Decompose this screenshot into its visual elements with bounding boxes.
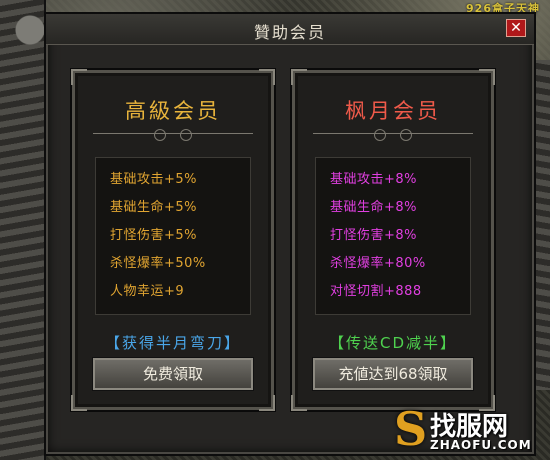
corner-ornament: [479, 69, 495, 85]
title-divider: [93, 129, 253, 144]
stat-line: 基础攻击+5%: [110, 172, 198, 187]
reward-text: 【传送CD减半】: [328, 334, 458, 352]
title-divider: [313, 129, 473, 144]
stat-line: 基础生命+5%: [110, 200, 198, 215]
stat-line: 杀怪爆率+80%: [330, 256, 426, 271]
dialog-title: 贊助会员: [253, 23, 326, 42]
stat-line: 杀怪爆率+50%: [110, 256, 206, 271]
corner-ornament: [71, 69, 87, 85]
stat-line: 基础攻击+8%: [330, 172, 418, 187]
stats-box: 基础攻击+8% 基础生命+8% 打怪伤害+8% 杀怪爆率+80% 对怪切割+88…: [315, 157, 471, 315]
stat-line: 打怪伤害+5%: [110, 228, 198, 243]
site-watermark: S 找服网 ZHAOFU.COM: [394, 400, 544, 458]
reward-text: 【获得半月弯刀】: [104, 334, 241, 352]
card-title: 高級会员: [125, 99, 221, 123]
recharge-claim-button[interactable]: 充値达到68領取: [313, 358, 473, 390]
stat-line: 打怪伤害+8%: [330, 228, 418, 243]
stat-line: 基础生命+8%: [330, 200, 418, 215]
card-title: 枫月会员: [345, 99, 441, 123]
free-claim-button[interactable]: 免费領取: [93, 358, 253, 390]
corner-ornament: [259, 69, 275, 85]
corner-ornament: [291, 69, 307, 85]
corner-ornament: [291, 395, 307, 411]
corner-ornament: [71, 395, 87, 411]
title-bar: 贊助会员 ✕: [46, 14, 534, 45]
corner-ornament: [259, 395, 275, 411]
stat-line: 人物幸运+9: [110, 284, 185, 299]
stats-box: 基础攻击+5% 基础生命+5% 打怪伤害+5% 杀怪爆率+50% 人物幸运+9: [95, 157, 251, 315]
sponsor-member-dialog: 贊助会员 ✕ 高級会员 基础攻击+5% 基础生命+5% 打怪伤害+5% 杀怪爆率…: [44, 12, 536, 456]
watermark-logo-icon: S: [394, 402, 428, 456]
close-button[interactable]: ✕: [506, 19, 526, 37]
member-card-advanced: 高級会员 基础攻击+5% 基础生命+5% 打怪伤害+5% 杀怪爆率+50% 人物…: [71, 69, 275, 411]
watermark-url: ZHAOFU.COM: [430, 438, 532, 452]
dragon-ornament-left: [0, 0, 46, 460]
member-card-maple: 枫月会员 基础攻击+8% 基础生命+8% 打怪伤害+8% 杀怪爆率+80% 对怪…: [291, 69, 495, 411]
stat-line: 对怪切割+888: [330, 284, 422, 299]
